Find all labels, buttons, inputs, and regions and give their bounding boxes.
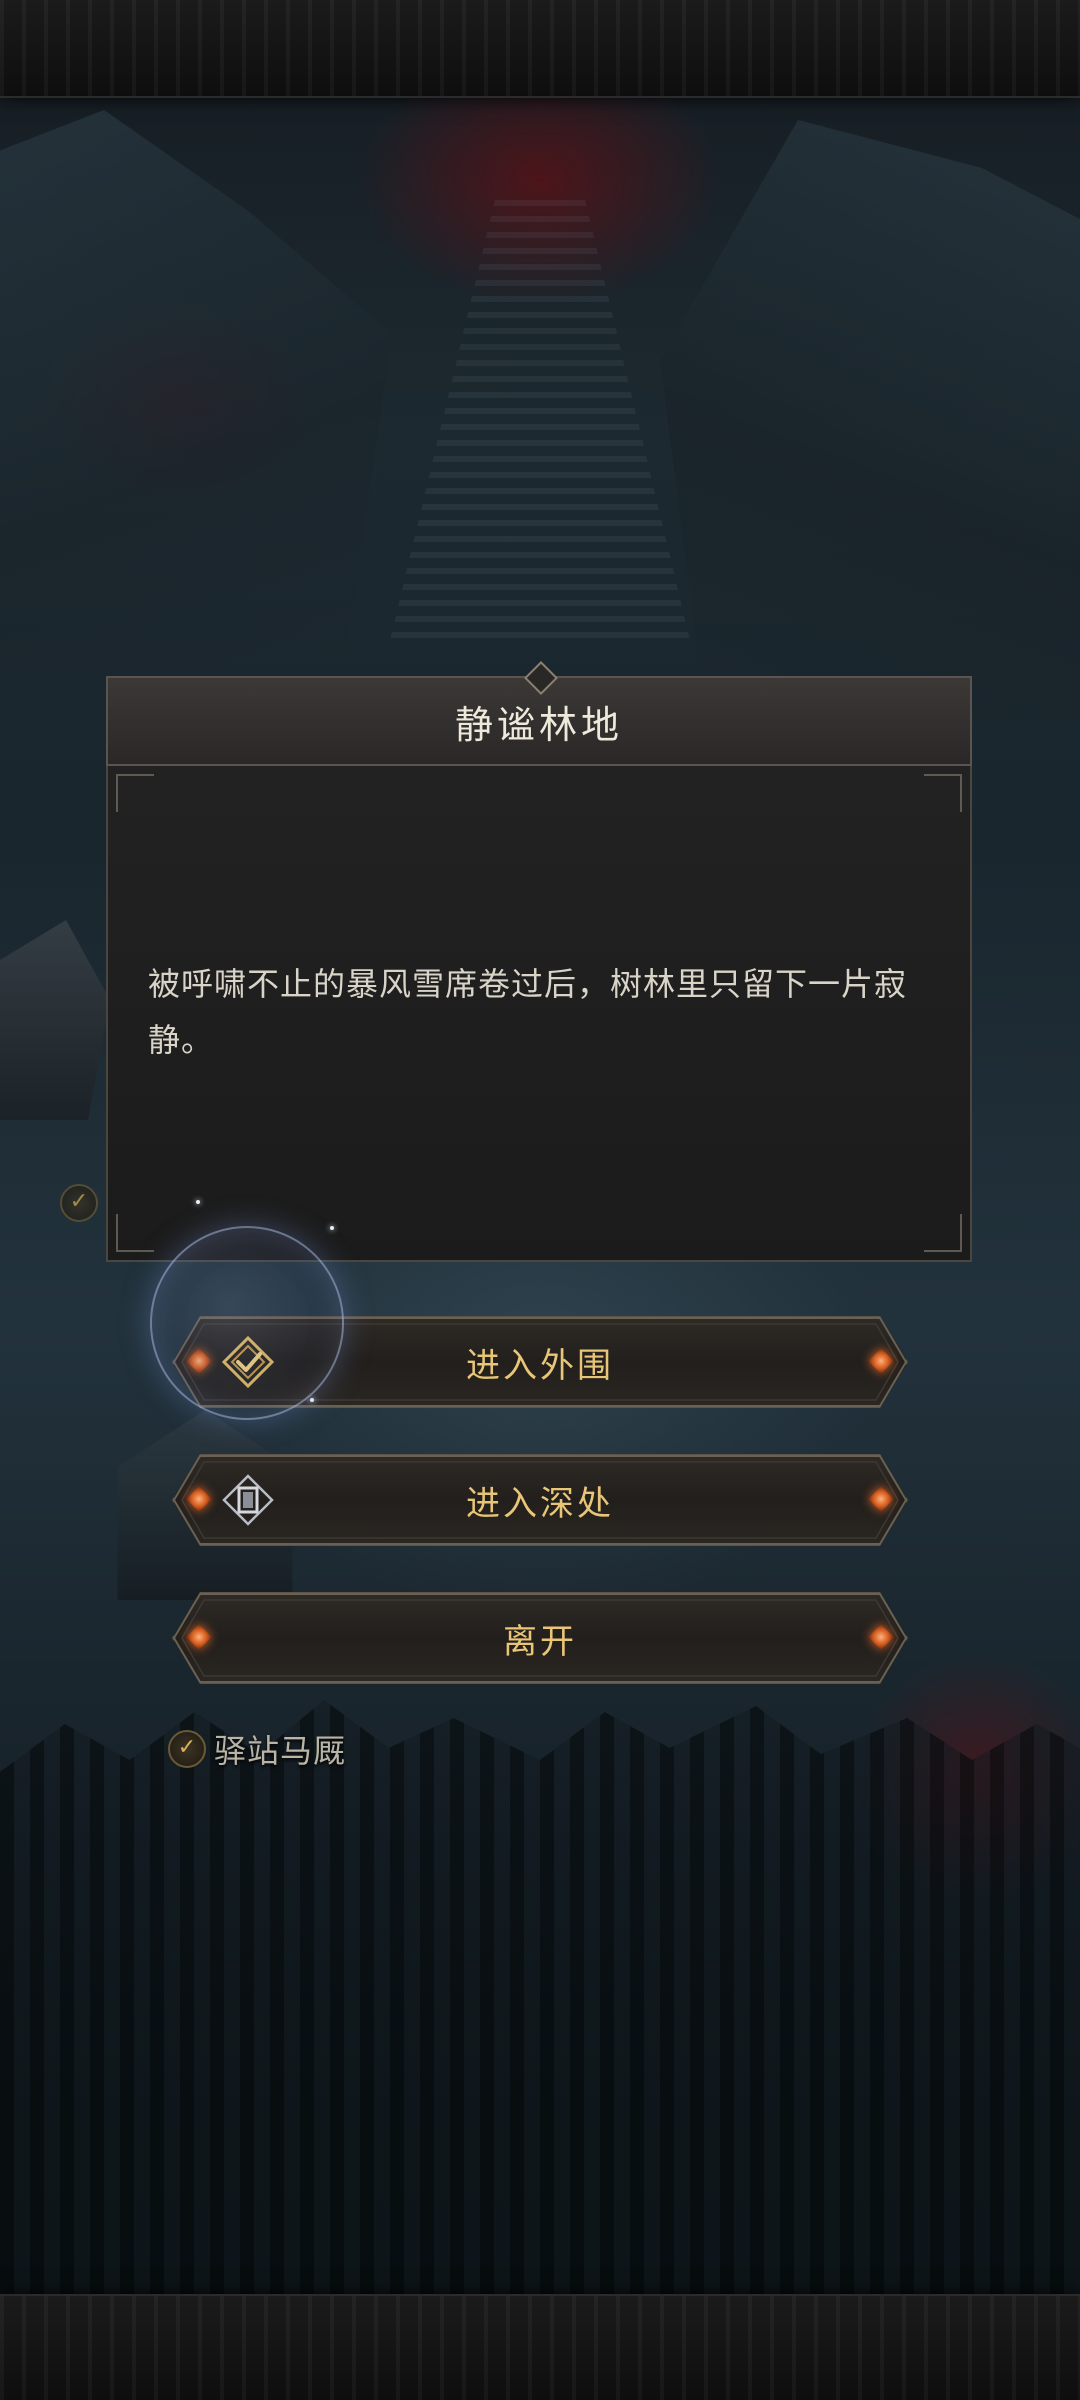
corner-ornament-icon — [924, 1214, 962, 1252]
background-staircase — [390, 200, 690, 640]
background-cliff-right — [660, 120, 1080, 720]
option-frame — [172, 1593, 908, 1683]
location-checked-icon: ✓ — [168, 1730, 206, 1768]
door-emblem-icon — [222, 1474, 274, 1526]
option-enter-depths-button[interactable]: 进入深处 — [172, 1454, 908, 1546]
background-forest — [0, 1700, 1080, 2300]
option-leave-button[interactable]: 离开 — [172, 1592, 908, 1684]
dialog-description: 被呼啸不止的暴风雪席卷过后，树林里只留下一片寂静。 — [148, 965, 908, 1059]
map-location-marker[interactable]: ✓ 驿站马厩 — [168, 1726, 346, 1772]
sparkle-effect — [330, 1226, 334, 1230]
option-frame — [172, 1455, 908, 1545]
background-ruins — [0, 920, 110, 1120]
option-frame — [172, 1317, 908, 1407]
map-location-check-icon: ✓ — [60, 1184, 98, 1222]
sparkle-effect — [310, 1398, 314, 1402]
check-emblem-icon — [222, 1336, 274, 1388]
corner-ornament-icon — [116, 1214, 154, 1252]
dialog-header: 静谧林地 — [106, 661, 972, 766]
top-frame-border — [0, 0, 1080, 98]
corner-ornament-icon — [116, 774, 154, 812]
game-screen: ✓ ✓ 驿站马厩 静谧林地 被呼啸不止的暴风雪席卷过后，树林里只留下一片寂静。 … — [0, 0, 1080, 2400]
background-cliff-left — [0, 110, 392, 670]
event-dialog: 静谧林地 被呼啸不止的暴风雪席卷过后，树林里只留下一片寂静。 — [106, 661, 972, 1262]
bottom-frame-border — [0, 2294, 1080, 2400]
option-enter-outskirts-button[interactable]: 进入外围 — [172, 1316, 908, 1408]
sparkle-effect — [196, 1200, 200, 1204]
header-ornament-icon — [524, 661, 558, 695]
map-location-label: 驿站马厩 — [214, 1732, 347, 1770]
corner-ornament-icon — [924, 774, 962, 812]
dialog-body: 被呼啸不止的暴风雪席卷过后，树林里只留下一片寂静。 — [106, 766, 972, 1262]
dialog-title: 静谧林地 — [454, 702, 623, 747]
